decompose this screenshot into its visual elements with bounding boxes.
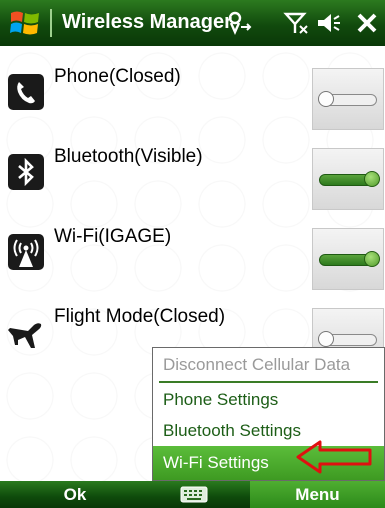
phone-icon — [8, 74, 44, 110]
keyboard-icon[interactable] — [180, 486, 208, 503]
phone-label: Phone(Closed) — [54, 66, 181, 87]
phone-row: Phone(Closed) — [0, 48, 385, 130]
wifi-row: Wi-Fi(IGAGE) — [0, 208, 385, 290]
annotation-arrow-icon — [296, 440, 372, 474]
title-separator — [50, 9, 52, 37]
close-icon[interactable] — [354, 10, 380, 36]
app-title: Wireless Manager — [62, 11, 232, 33]
title-bar: Wireless Manager — [0, 0, 385, 46]
bluetooth-toggle[interactable] — [312, 148, 384, 210]
airplane-icon — [8, 323, 42, 348]
wifi-icon — [8, 234, 44, 270]
menu-item-phone-settings[interactable]: Phone Settings — [153, 384, 384, 415]
signal-off-icon[interactable] — [283, 10, 309, 36]
toggle-knob — [318, 331, 334, 347]
toggle-knob — [318, 91, 334, 107]
flight-mode-label: Flight Mode(Closed) — [54, 306, 226, 327]
bluetooth-label: Bluetooth(Visible) — [54, 146, 203, 167]
bluetooth-row: Bluetooth(Visible) — [0, 128, 385, 210]
toggle-knob — [364, 171, 380, 187]
menu-item-disconnect-cellular-data: Disconnect Cellular Data — [163, 355, 351, 374]
menu-softkey[interactable]: Menu — [250, 481, 385, 508]
ok-softkey[interactable]: Ok — [0, 481, 150, 508]
volume-icon[interactable] — [316, 10, 342, 36]
windows-start-icon[interactable] — [9, 7, 41, 39]
toggle-knob — [364, 251, 380, 267]
phone-toggle[interactable] — [312, 68, 384, 130]
data-connection-icon[interactable] — [226, 10, 252, 36]
menu-divider — [159, 381, 378, 383]
soft-key-bar: Ok Menu — [0, 481, 385, 508]
wifi-label: Wi-Fi(IGAGE) — [54, 226, 172, 247]
bluetooth-icon — [8, 154, 44, 190]
wifi-toggle[interactable] — [312, 228, 384, 290]
